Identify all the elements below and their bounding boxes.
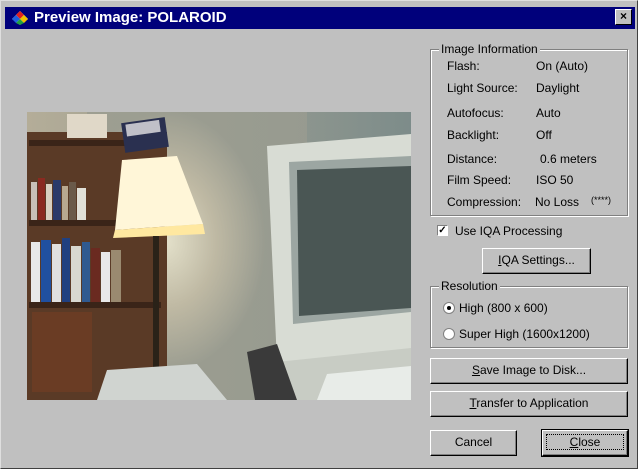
info-label-distance: Distance: bbox=[447, 152, 498, 166]
info-label-film-speed: Film Speed: bbox=[447, 173, 512, 187]
image-information-group: Image Information Flash: On (Auto) Light… bbox=[430, 42, 628, 216]
info-value-backlight: Off bbox=[536, 128, 552, 142]
transfer-label: Transfer to Application bbox=[469, 396, 589, 410]
info-value-light-source: Daylight bbox=[536, 81, 580, 95]
info-label-compression: Compression: bbox=[447, 195, 522, 209]
polaroid-logo-icon bbox=[12, 11, 28, 25]
close-button[interactable]: Close bbox=[541, 429, 629, 457]
resolution-high-label[interactable]: High (800 x 600) bbox=[459, 301, 548, 315]
resolution-super-high-label[interactable]: Super High (1600x1200) bbox=[459, 327, 590, 341]
info-label-autofocus: Autofocus: bbox=[447, 106, 504, 120]
iqa-settings-label: IQA Settings... bbox=[498, 253, 575, 267]
save-image-label: Save Image to Disk... bbox=[471, 363, 587, 377]
resolution-group: Resolution High (800 x 600) Super High (… bbox=[430, 279, 628, 348]
info-label-light-source: Light Source: bbox=[447, 81, 518, 95]
info-value-film-speed: ISO 50 bbox=[536, 173, 574, 187]
transfer-to-application-button[interactable]: Transfer to Application bbox=[430, 391, 628, 417]
title-bar[interactable]: Preview Image: POLAROID × bbox=[5, 7, 635, 29]
info-value-compression: No Loss bbox=[535, 195, 580, 209]
info-label-backlight: Backlight: bbox=[447, 128, 500, 142]
use-iqa-label[interactable]: Use IQA Processing bbox=[455, 224, 562, 238]
info-value-distance: 0.6 meters bbox=[540, 152, 597, 166]
close-label: Close bbox=[543, 431, 627, 453]
use-iqa-checkbox[interactable]: ✓ bbox=[437, 225, 448, 236]
window-title: Preview Image: POLAROID bbox=[34, 9, 227, 26]
info-label-flash: Flash: bbox=[447, 59, 480, 73]
info-value-flash: On (Auto) bbox=[536, 59, 589, 73]
preview-image bbox=[27, 112, 411, 400]
cancel-button[interactable]: Cancel bbox=[430, 430, 517, 456]
cancel-label: Cancel bbox=[454, 435, 493, 449]
save-image-button[interactable]: Save Image to Disk... bbox=[430, 358, 628, 384]
title-close-button[interactable]: × bbox=[615, 9, 632, 25]
resolution-super-high-radio[interactable] bbox=[443, 328, 455, 340]
image-information-legend: Image Information bbox=[439, 42, 540, 56]
preview-dialog: Preview Image: POLAROID × Image Informat… bbox=[0, 0, 638, 469]
compression-quality-stars: (****) bbox=[591, 195, 612, 205]
resolution-high-radio[interactable] bbox=[443, 302, 455, 314]
resolution-legend: Resolution bbox=[439, 279, 500, 293]
radio-selected-dot bbox=[447, 306, 451, 310]
info-value-autofocus: Auto bbox=[536, 106, 561, 120]
iqa-settings-button[interactable]: IQA Settings... bbox=[482, 248, 591, 274]
